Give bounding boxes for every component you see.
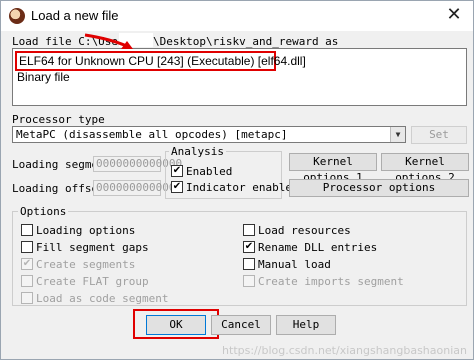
- processor-type-label: Processor type: [12, 113, 105, 126]
- analysis-title: Analysis: [169, 145, 226, 158]
- manual-load-label: Manual load: [258, 258, 331, 271]
- load-as-code-segment-checkbox: [21, 292, 33, 304]
- create-flat-group-label: Create FLAT group: [36, 275, 149, 288]
- file-type-list[interactable]: ELF64 for Unknown CPU [243] (Executable)…: [12, 48, 467, 106]
- create-flat-group-checkbox: [21, 275, 33, 287]
- indicator-enabled-checkbox[interactable]: ✔: [171, 181, 183, 193]
- create-segments-checkbox: ✔: [21, 258, 33, 270]
- rename-dll-entries-label: Rename DLL entries: [258, 241, 378, 254]
- manual-load-checkbox[interactable]: [243, 258, 255, 270]
- close-icon[interactable]: ✕: [445, 6, 463, 24]
- list-item-binary[interactable]: Binary file: [15, 69, 70, 85]
- indicator-enabled-label: Indicator enabled: [186, 181, 299, 194]
- kernel-options-2-button[interactable]: Kernel options 2: [381, 153, 469, 184]
- list-item-elf64[interactable]: ELF64 for Unknown CPU [243] (Executable)…: [15, 51, 306, 71]
- set-button[interactable]: Set: [411, 126, 467, 144]
- loading-options-checkbox[interactable]: [21, 224, 33, 236]
- processor-type-value: MetaPC (disassemble all opcodes) [metapc…: [16, 128, 288, 141]
- processor-options-button[interactable]: Processor options: [289, 179, 469, 197]
- kernel-options-1-button[interactable]: Kernel options 1: [289, 153, 377, 184]
- create-segments-label: Create segments: [36, 258, 136, 271]
- analysis-enabled-checkbox[interactable]: ✔: [171, 165, 183, 177]
- load-as-code-segment-label: Load as code segment: [36, 292, 169, 305]
- options-title: Options: [18, 205, 69, 218]
- loading-offset-field[interactable]: 0000000000000: [93, 180, 182, 196]
- fill-segment-gaps-checkbox[interactable]: [21, 241, 33, 253]
- analysis-enabled-label: Enabled: [186, 165, 233, 178]
- loading-offset-label: Loading offset: [12, 182, 105, 195]
- loading-segment-field[interactable]: 0000000000000: [93, 156, 182, 172]
- ok-button[interactable]: OK: [146, 315, 206, 335]
- window-title: Load a new file: [31, 8, 119, 23]
- annotation-arrow-icon: [84, 33, 133, 49]
- create-imports-segment-label: Create imports segment: [258, 275, 404, 288]
- processor-type-select[interactable]: MetaPC (disassemble all opcodes) [metapc…: [12, 126, 406, 143]
- rename-dll-entries-checkbox[interactable]: ✔: [243, 241, 255, 253]
- app-icon: [9, 8, 25, 24]
- fill-segment-gaps-label: Fill segment gaps: [36, 241, 149, 254]
- cancel-button[interactable]: Cancel: [211, 315, 271, 335]
- chevron-down-icon[interactable]: ▼: [390, 127, 405, 142]
- loading-options-label: Loading options: [36, 224, 136, 237]
- title-bar: Load a new file ✕: [1, 1, 473, 31]
- watermark: https://blog.csdn.net/xiangshangbashaoni…: [222, 344, 467, 357]
- load-resources-checkbox[interactable]: [243, 224, 255, 236]
- load-file-path: \Desktop\riskv_and_reward as: [153, 35, 339, 48]
- create-imports-segment-checkbox: [243, 275, 255, 287]
- load-resources-label: Load resources: [258, 224, 351, 237]
- load-file-dialog: Load a new file ✕ Load file C:\Users \De…: [0, 0, 474, 360]
- help-button[interactable]: Help: [276, 315, 336, 335]
